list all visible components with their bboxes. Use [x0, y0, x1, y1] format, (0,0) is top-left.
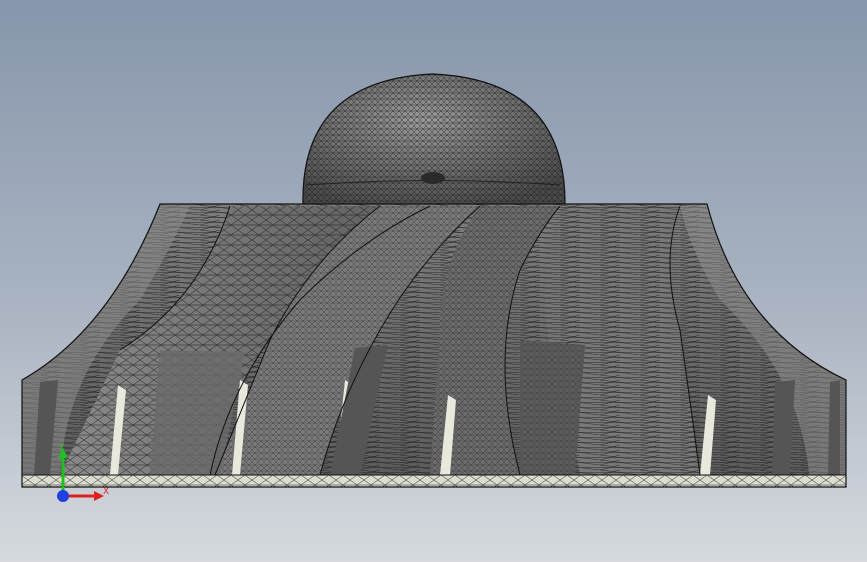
- graphics-viewport[interactable]: X Y: [0, 0, 867, 562]
- model-scene[interactable]: [0, 0, 867, 562]
- coordinate-triad: X Y: [48, 440, 118, 510]
- z-axis-icon: [57, 490, 69, 502]
- y-axis-label: Y: [59, 443, 65, 453]
- x-axis-label: X: [103, 487, 110, 497]
